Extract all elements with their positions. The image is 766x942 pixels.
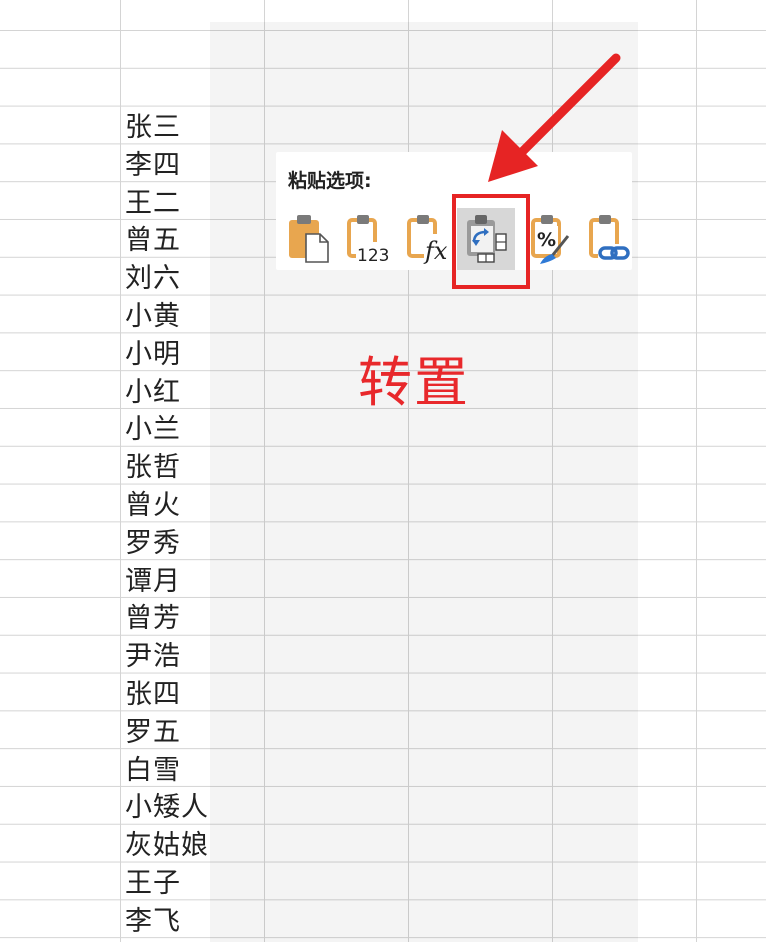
cell[interactable]: 李飞 <box>125 903 209 941</box>
paste-formatting-icon[interactable]: % <box>530 212 576 264</box>
cell[interactable]: 白雪 <box>125 752 209 790</box>
paste-options-title: 粘贴选项: <box>288 170 372 192</box>
cell[interactable]: 谭月 <box>125 563 209 601</box>
cell[interactable]: 曾芳 <box>125 600 209 638</box>
cell[interactable]: 小红 <box>125 374 209 412</box>
paste-icon[interactable] <box>286 212 332 264</box>
cell[interactable]: 小黄 <box>125 298 209 336</box>
formulas-label: fx <box>423 237 448 264</box>
paste-link-icon[interactable] <box>588 212 634 264</box>
cell[interactable]: 尹浩 <box>125 638 209 676</box>
cell[interactable]: 小兰 <box>125 411 209 449</box>
paste-formulas-icon[interactable]: fx <box>406 212 452 264</box>
cell[interactable]: 王子 <box>125 865 209 903</box>
paste-values-icon[interactable]: 123 <box>346 212 392 264</box>
cell[interactable]: 灰姑娘 <box>125 827 209 865</box>
cell[interactable]: 曾五 <box>125 222 209 260</box>
cell[interactable]: 张四 <box>125 676 209 714</box>
transpose-highlight-box <box>452 194 530 289</box>
cell[interactable]: 刘六 <box>125 260 209 298</box>
cell[interactable]: 罗秀 <box>125 525 209 563</box>
cell[interactable]: 小明 <box>125 336 209 374</box>
values-label: 123 <box>357 246 389 264</box>
name-column: 张三 李四 王二 曾五 刘六 小黄 小明 小红 小兰 张哲 曾火 罗秀 谭月 曾… <box>125 109 209 941</box>
cell[interactable]: 曾火 <box>125 487 209 525</box>
cell[interactable]: 张三 <box>125 109 209 147</box>
cell[interactable]: 张哲 <box>125 449 209 487</box>
cell[interactable]: 王二 <box>125 185 209 223</box>
formatting-label: % <box>537 229 556 251</box>
transpose-annotation: 转置 <box>358 351 470 414</box>
cell[interactable]: 罗五 <box>125 714 209 752</box>
cell[interactable]: 李四 <box>125 147 209 185</box>
cell[interactable]: 小矮人 <box>125 789 209 827</box>
